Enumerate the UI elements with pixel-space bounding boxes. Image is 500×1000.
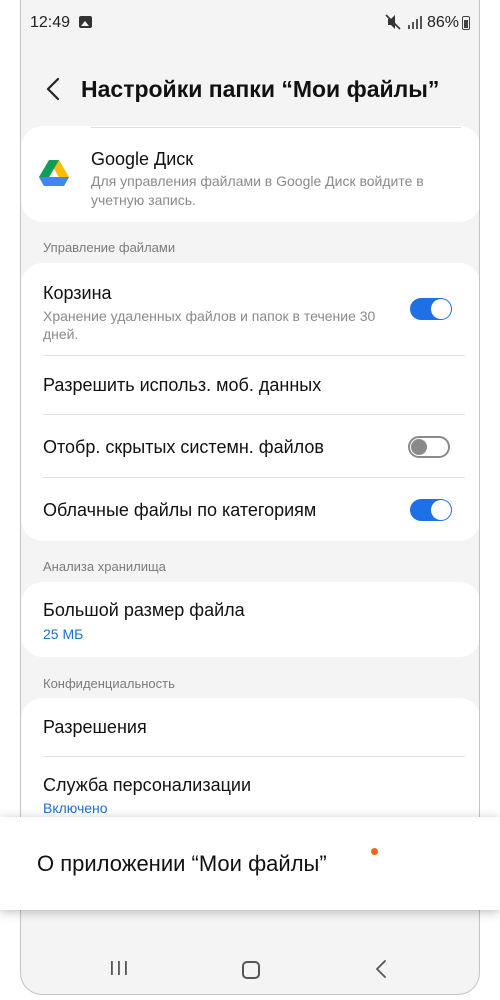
google-drive-card[interactable]: Google Диск Для управления файлами в Goo… <box>21 126 479 222</box>
divider <box>91 127 461 128</box>
navigation-bar <box>21 935 479 994</box>
toggle-knob <box>431 500 451 520</box>
section-file-management: Управление файлами <box>43 240 176 255</box>
cloud-category-toggle[interactable] <box>410 499 452 521</box>
permissions-title: Разрешения <box>43 717 147 737</box>
back-icon[interactable] <box>373 959 389 979</box>
personalization-title: Служба персонализации <box>43 775 252 795</box>
status-bar: 12:49 86% <box>21 0 479 46</box>
mobile-data-row[interactable]: Разрешить использ. моб. данных <box>21 356 479 414</box>
file-management-card: Корзина Хранение удаленных файлов и папо… <box>21 263 479 541</box>
image-icon <box>79 16 92 28</box>
large-file-title: Большой размер файла <box>43 600 245 620</box>
notification-dot <box>371 848 378 855</box>
hidden-files-row[interactable]: Отобр. скрытых системн. файлов <box>21 415 479 477</box>
trash-row[interactable]: Корзина Хранение удаленных файлов и папо… <box>21 263 479 355</box>
page-title: Настройки папки “Мои файлы” <box>81 76 440 102</box>
battery-icon <box>462 16 470 30</box>
toggle-knob <box>411 439 427 455</box>
status-time: 12:49 <box>30 14 71 31</box>
cloud-category-row[interactable]: Облачные файлы по категориям <box>21 478 479 541</box>
storage-analysis-card: Большой размер файла 25 МБ <box>21 582 479 657</box>
recents-icon[interactable] <box>110 960 128 976</box>
section-storage-analysis: Анализа хранилища <box>43 559 166 574</box>
chevron-left-icon[interactable] <box>41 76 67 102</box>
large-file-row[interactable]: Большой размер файла 25 МБ <box>21 582 479 657</box>
google-drive-description: Для управления файлами в Google Диск вой… <box>91 173 424 208</box>
section-privacy: Конфиденциальность <box>43 676 175 691</box>
trash-toggle[interactable] <box>410 298 452 320</box>
personalization-status: Включено <box>43 800 108 816</box>
cloud-category-title: Облачные файлы по категориям <box>43 500 317 520</box>
google-drive-title: Google Диск <box>91 149 194 169</box>
battery-percent: 86% <box>427 14 460 31</box>
mute-icon <box>385 14 401 30</box>
trash-description: Хранение удаленных файлов и папок в тече… <box>43 308 376 342</box>
mobile-data-title: Разрешить использ. моб. данных <box>43 375 322 395</box>
google-drive-icon <box>39 160 69 186</box>
about-app-row[interactable]: О приложении “Мои файлы” <box>0 817 500 910</box>
trash-title: Корзина <box>43 283 112 303</box>
signal-icon <box>408 16 422 29</box>
large-file-value: 25 МБ <box>43 626 84 642</box>
home-icon[interactable] <box>242 961 260 979</box>
about-app-label: О приложении “Мои файлы” <box>37 851 327 876</box>
toggle-knob <box>431 299 451 319</box>
hidden-files-title: Отобр. скрытых системн. файлов <box>43 437 324 457</box>
hidden-files-toggle[interactable] <box>408 436 450 458</box>
permissions-row[interactable]: Разрешения <box>21 698 479 756</box>
